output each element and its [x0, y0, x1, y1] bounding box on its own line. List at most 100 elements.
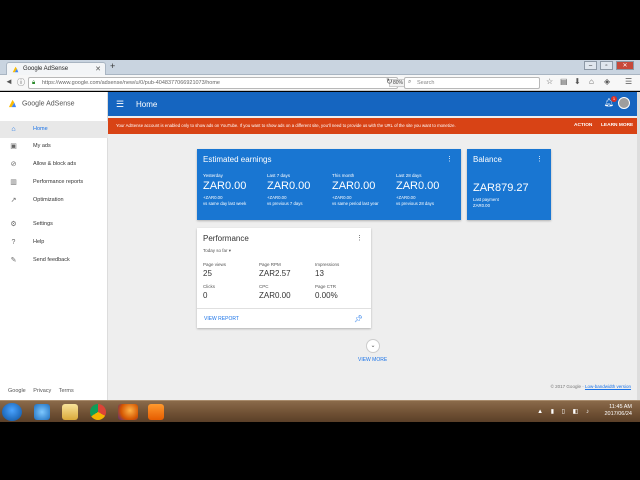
low-bandwidth-link[interactable]: Low-bandwidth version	[585, 384, 631, 389]
pocket-icon[interactable]: ◈	[604, 77, 610, 86]
performance-more-icon[interactable]: ⋮	[356, 234, 363, 242]
date-range-dropdown[interactable]: Today so far ▾	[203, 248, 231, 254]
trending-icon: ↗	[10, 197, 17, 204]
estimated-earnings-card: Estimated earnings ⋮ Yesterday ZAR0.00 +…	[197, 149, 461, 220]
tab-close-icon[interactable]: ✕	[95, 65, 101, 73]
perf-metric-clicks: Clicks 0	[203, 284, 215, 300]
metric-value: ZAR2.57	[259, 269, 291, 278]
back-icon[interactable]: ◄	[5, 77, 13, 86]
metric-note: vs same day last week	[203, 200, 247, 206]
gear-icon: ⚙	[10, 221, 17, 228]
footer-link-privacy[interactable]: Privacy	[33, 388, 51, 394]
url-bar[interactable]: 🔒︎ https://www.google.com/adsense/new/u/…	[28, 77, 408, 89]
sidebar-item-allow-block[interactable]: ⊘ Allow & block ads	[0, 156, 108, 173]
adsense-logo[interactable]: Google AdSense	[8, 99, 75, 108]
balance-more-icon[interactable]: ⋮	[536, 155, 543, 163]
search-placeholder: Search	[417, 80, 435, 86]
metric-label: Impressions	[315, 262, 340, 267]
sidebar-item-optimization[interactable]: ↗ Optimization	[0, 192, 108, 209]
home-browser-icon[interactable]: ⌂	[589, 77, 594, 86]
maximize-icon[interactable]: ▫	[600, 61, 613, 70]
performance-title: Performance	[203, 234, 249, 243]
date-range-value: Today so far	[203, 248, 228, 253]
balance-value: ZAR879.27	[473, 182, 529, 194]
search-icon: ⌕	[408, 79, 412, 85]
expand-more-icon[interactable]: ⌄	[366, 339, 380, 353]
bar-chart-icon: ▥	[10, 179, 17, 186]
system-tray-icons[interactable]: ▲ ▮ ▯ ◧ ♪	[537, 408, 592, 415]
vlc-icon[interactable]	[148, 404, 164, 420]
file-explorer-icon[interactable]	[62, 404, 78, 420]
alert-banner: Your AdSense account is enabled only to …	[108, 118, 640, 134]
sidebar-item-performance-reports[interactable]: ▥ Performance reports	[0, 174, 108, 191]
adsense-logo-icon	[8, 99, 17, 108]
metric-value: 0	[203, 291, 208, 300]
windows-start-icon[interactable]	[2, 403, 22, 421]
performance-card: Performance ⋮ Today so far ▾ Page views …	[197, 228, 371, 328]
balance-card: Balance ⋮ ZAR879.27 Last payment ZAR0.00	[467, 149, 551, 220]
perf-metric-page-rpm: Page RPM ZAR2.57	[259, 262, 291, 278]
sidebar-item-label: Allow & block ads	[33, 161, 77, 167]
firefox-icon[interactable]	[118, 404, 138, 420]
sidebar-item-label: Settings	[33, 221, 53, 227]
avatar[interactable]	[618, 97, 630, 109]
sidebar-item-help[interactable]: ? Help	[0, 234, 108, 251]
earnings-metric-last-7-days: Last 7 days ZAR0.00 +ZAR0.00 vs previous…	[267, 173, 310, 206]
url-text: https://www.google.com/adsense/new/u/0/p…	[42, 80, 220, 86]
footer-link-terms[interactable]: Terms	[59, 388, 74, 394]
pin-icon[interactable]: 📌︎	[354, 315, 363, 323]
balance-metric: ZAR879.27 Last payment ZAR0.00	[473, 180, 529, 208]
view-more-link[interactable]: VIEW MORE	[358, 357, 387, 363]
chevron-down-icon: ▾	[228, 248, 232, 253]
clock-time: 11:45 AM	[609, 404, 632, 410]
metric-label: Yesterday	[203, 173, 223, 178]
sidebar-item-label: Send feedback	[33, 257, 70, 263]
reading-list-icon[interactable]: ▤	[560, 77, 568, 86]
notifications-icon[interactable]: 🔔︎ 1	[604, 96, 617, 107]
sidebar: Google AdSense ⌂ Home ▣ My ads ⊘ Allow &…	[0, 92, 108, 400]
clock[interactable]: 11:45 AM 2017/06/24	[604, 404, 632, 418]
metric-note: vs previous 28 days	[396, 200, 434, 206]
footer-link-google[interactable]: Google	[8, 388, 26, 394]
star-icon[interactable]: ☆	[546, 77, 553, 86]
copyright-text: © 2017 Google ·	[550, 384, 584, 389]
sidebar-item-label: My ads	[33, 143, 51, 149]
view-report-link[interactable]: VIEW REPORT	[204, 316, 239, 322]
adsense-page: Google AdSense ⌂ Home ▣ My ads ⊘ Allow &…	[0, 92, 640, 400]
internet-explorer-icon[interactable]	[34, 404, 50, 420]
close-window-icon[interactable]: ✕	[616, 61, 634, 70]
sidebar-item-label: Home	[33, 126, 48, 132]
sidebar-item-settings[interactable]: ⚙ Settings	[0, 216, 108, 233]
sidebar-item-label: Help	[33, 239, 45, 245]
perf-metric-page-ctr: Page CTR 0.00%	[315, 284, 338, 300]
minimize-icon[interactable]: –	[584, 61, 597, 70]
metric-value: 25	[203, 269, 212, 278]
app-header: ☰ Home 🔔︎ 1	[108, 92, 640, 116]
window-controls: – ▫ ✕	[584, 61, 634, 70]
sidebar-item-home[interactable]: ⌂ Home	[0, 121, 108, 138]
menu-icon[interactable]: ☰	[625, 77, 632, 86]
chrome-icon[interactable]	[90, 404, 106, 420]
reload-icon[interactable]: ↻	[386, 77, 393, 86]
browser-nav-bar: ◄ ⓘ 🔒︎ https://www.google.com/adsense/ne…	[0, 75, 640, 91]
metric-note: vs previous 7 days	[267, 200, 303, 206]
metric-label: Page views	[203, 262, 227, 267]
info-icon[interactable]: ⓘ	[17, 77, 25, 88]
sidebar-item-label: Performance reports	[33, 179, 84, 185]
metric-label: CPC	[259, 284, 269, 289]
banner-action-button[interactable]: ACTION	[574, 123, 592, 128]
banner-learn-more-button[interactable]: LEARN MORE	[601, 123, 633, 128]
ads-icon: ▣	[10, 143, 17, 150]
adsense-favicon-icon	[12, 66, 19, 73]
page-title: Home	[136, 100, 158, 109]
earnings-more-icon[interactable]: ⋮	[446, 155, 453, 163]
download-icon[interactable]: ⬇	[574, 77, 581, 86]
metric-value: 13	[315, 269, 324, 278]
browser-tab[interactable]: Google AdSense ✕	[6, 62, 106, 75]
search-input[interactable]: ⌕ Search	[404, 77, 540, 89]
new-tab-button[interactable]: +	[110, 61, 115, 71]
hamburger-menu-icon[interactable]: ☰	[116, 99, 124, 110]
copyright: © 2017 Google · Low-bandwidth version	[551, 384, 631, 389]
sidebar-item-send-feedback[interactable]: ✎ Send feedback	[0, 252, 108, 269]
sidebar-item-my-ads[interactable]: ▣ My ads	[0, 138, 108, 155]
